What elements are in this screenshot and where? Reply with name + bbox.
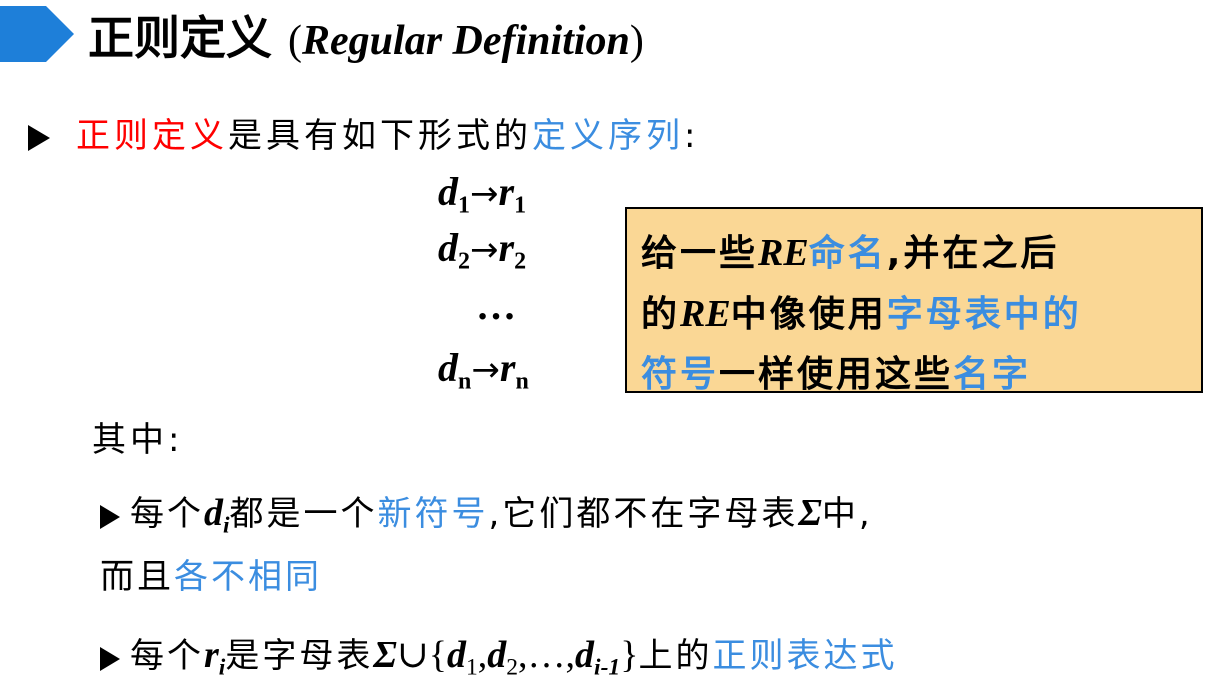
- sub-bullet-continuation: 而且各不相同: [100, 557, 322, 597]
- intro-term-2: 定义序列: [532, 116, 684, 156]
- callout-line: 的RE中像使用字母表中的: [641, 293, 1082, 335]
- callout-box: 给一些RE命名,并在之后 的RE中像使用字母表中的 符号一样使用这些名字: [625, 207, 1203, 395]
- title-arrow-icon: [0, 6, 74, 62]
- definition-ellipsis: …: [476, 283, 516, 328]
- intro-term: 正则定义: [76, 116, 228, 156]
- sub-bullet-new-symbol: 每个di都是一个新符号,它们都不在字母表Σ中,: [100, 484, 873, 543]
- definition-row: dn→rn: [438, 345, 529, 395]
- title-english: Regular Definition: [302, 18, 630, 64]
- definition-row: d2→r2: [438, 225, 527, 275]
- title-chinese: 正则定义: [88, 11, 272, 65]
- intro-bullet: 正则定义是具有如下形式的定义序列:: [28, 108, 699, 164]
- definition-row: d1→r1: [438, 169, 527, 219]
- bullet-arrow-icon: [100, 505, 120, 529]
- where-label: 其中:: [92, 420, 184, 460]
- page-title: 正则定义 (Regular Definition): [88, 11, 644, 65]
- callout-line: 给一些RE命名,并在之后: [641, 232, 1060, 274]
- bullet-arrow-icon: [100, 647, 120, 671]
- bullet-arrow-icon: [28, 125, 50, 151]
- callout-line: 符号一样使用这些名字: [641, 354, 1032, 395]
- sub-bullet-regex: 每个ri是字母表Σ∪{d1,d2,…,di-1}上的正则表达式: [100, 626, 897, 685]
